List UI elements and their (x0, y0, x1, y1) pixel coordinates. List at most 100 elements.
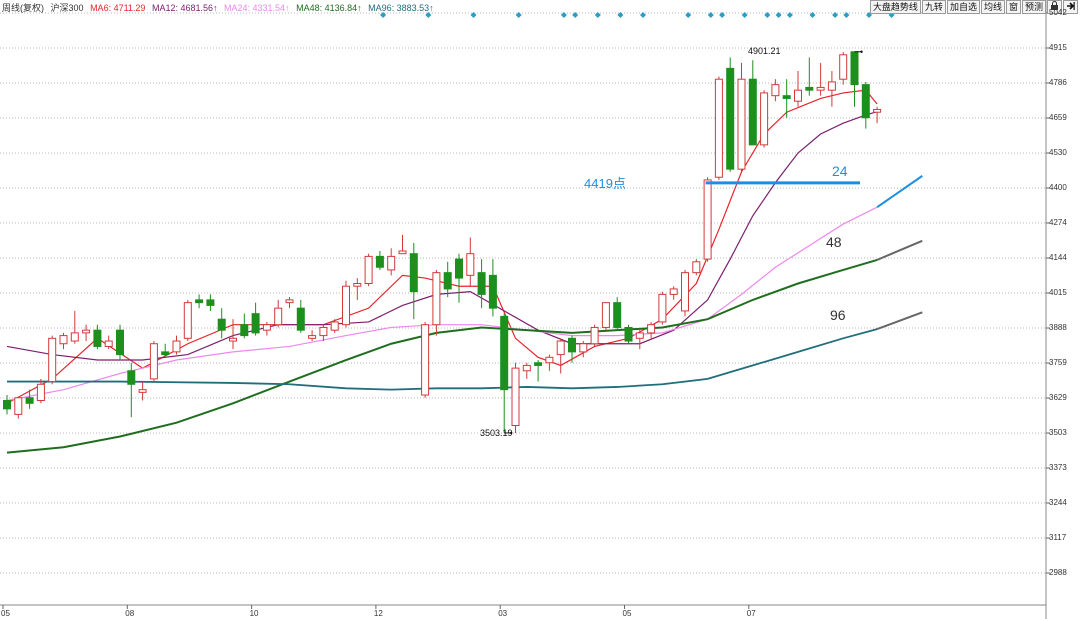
candle-up (308, 335, 317, 339)
candle-up (681, 272, 689, 312)
candle-up (827, 81, 836, 91)
ma-line-ma24 (6, 206, 878, 402)
projection-line-48 (876, 239, 923, 261)
candle-down (116, 329, 124, 356)
x-tick-label: 10 (249, 609, 259, 618)
projection-line-24 (876, 175, 923, 208)
legend-ma48: MA48: 4136.84↑ (296, 3, 362, 13)
y-tick-label: 3503 (1049, 428, 1067, 437)
candle-up (262, 324, 271, 331)
candle-down (127, 370, 136, 385)
candle-down (613, 302, 622, 328)
x-tick-label: 03 (498, 609, 508, 618)
candle-up (579, 343, 588, 353)
candle-up (737, 78, 746, 170)
candle-down (93, 329, 102, 347)
candle-up (319, 326, 328, 337)
nine-turn-button[interactable]: 九转 (921, 0, 946, 14)
candle-down (624, 326, 633, 342)
projection-line-96 (876, 311, 923, 331)
candle-down (3, 400, 11, 410)
candle-up (149, 343, 158, 380)
forecast-button[interactable]: 预测 (1021, 0, 1046, 14)
candle-down (296, 307, 305, 331)
candle-up (104, 340, 113, 347)
candle-up (274, 307, 283, 326)
candle-down (240, 324, 249, 337)
candle-up (342, 285, 350, 326)
candle-down (748, 78, 757, 146)
candle-up (387, 255, 396, 271)
x-tick-label: 05 (1, 609, 10, 618)
signal-diamond (843, 12, 850, 18)
candle-down (195, 299, 204, 304)
window-button[interactable]: 窗 (1005, 0, 1021, 14)
candle-up (398, 250, 407, 255)
y-tick-label: 3629 (1049, 393, 1067, 402)
signal-diamond (741, 12, 748, 18)
candle-up (183, 302, 192, 339)
high-price-label: 4901.21 (748, 46, 781, 56)
candle-up (522, 364, 531, 372)
candle-down (805, 86, 814, 91)
low-price-label: 3503.19 (480, 428, 513, 438)
candle-down (726, 67, 735, 170)
legend-ma24: MA24: 4331.54↑ (224, 3, 290, 13)
candle-down (25, 397, 34, 404)
trend-line-button[interactable]: 大盘趋势线 (869, 0, 921, 14)
candlestick-chart[interactable] (0, 0, 1080, 619)
ma24-projection-label: 24 (832, 163, 848, 179)
candle-down (850, 51, 859, 86)
x-tick-label: 07 (746, 609, 756, 618)
candle-down (568, 337, 576, 353)
y-tick-label: 4915 (1049, 43, 1067, 52)
y-tick-label: 4274 (1049, 218, 1067, 227)
candle-down (861, 84, 870, 119)
candle-up (601, 302, 610, 328)
candle-down (217, 318, 226, 331)
y-tick-label: 4530 (1049, 148, 1067, 157)
add-watchlist-button[interactable]: 加自选 (946, 0, 980, 14)
candle-down (375, 255, 384, 268)
x-tick-label: 05 (622, 609, 632, 618)
candle-down (443, 272, 452, 290)
candle-down (488, 274, 497, 309)
level-label: 4419点 (584, 176, 626, 191)
legend-symbol: 沪深300 (50, 3, 84, 13)
candle-up (873, 108, 882, 113)
y-tick-label: 4786 (1049, 78, 1067, 87)
candle-up (545, 356, 554, 364)
candle-up (353, 283, 362, 287)
ma-settings-button[interactable]: 均线 (980, 0, 1005, 14)
candle-down (206, 299, 215, 306)
candle-down (534, 362, 543, 366)
candle-up (703, 179, 712, 260)
candle-up (692, 261, 701, 274)
candle-up (70, 332, 79, 342)
candle-down (500, 315, 509, 391)
candle-down (455, 258, 463, 279)
candle-up (229, 337, 237, 342)
y-tick-label: 4015 (1049, 288, 1067, 297)
y-tick-label: 3244 (1049, 498, 1067, 507)
y-tick-label: 2988 (1049, 568, 1067, 577)
legend-ma96: MA96: 3883.53↑ (368, 3, 434, 13)
candle-up (556, 340, 565, 356)
candle-up (421, 324, 430, 396)
ma48-projection-label: 48 (826, 234, 842, 250)
candlesticks (3, 51, 882, 433)
candle-up (511, 367, 520, 427)
candle-down (782, 95, 791, 99)
legend-ma12: MA12: 4681.56↑ (151, 3, 218, 13)
candle-up (432, 272, 441, 326)
candle-up (839, 54, 848, 80)
candle-up (714, 78, 723, 178)
signal-diamond (594, 12, 601, 18)
y-tick-label: 4400 (1049, 183, 1067, 192)
y-tick-label: 3117 (1049, 533, 1067, 542)
x-tick-label: 08 (125, 609, 135, 618)
candle-up (330, 321, 339, 331)
candle-down (477, 272, 486, 295)
toolbar: 大盘趋势线 九转 加自选 均线 窗 预测 (869, 0, 1078, 14)
candle-up (364, 255, 373, 285)
